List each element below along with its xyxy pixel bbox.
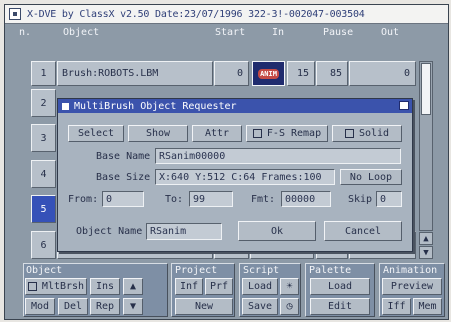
close-box-icon[interactable] bbox=[9, 8, 21, 20]
project-panel-title: Project bbox=[175, 265, 218, 276]
row-number-5[interactable]: 5 bbox=[31, 195, 56, 223]
anim-thumbnail-icon[interactable]: ANIM bbox=[252, 61, 285, 86]
skip-label: Skip bbox=[348, 194, 373, 205]
xdve-screen: X-DVE by ClassX v2.50 Date:23/07/1996 32… bbox=[4, 4, 449, 320]
script-panel-title: Script bbox=[243, 265, 280, 276]
multibrush-requester: MultiBrush Object Requester Select Show … bbox=[57, 98, 413, 252]
prefs-button[interactable]: Prf bbox=[205, 278, 233, 295]
fs-remap-label: F-S Remap bbox=[266, 128, 322, 139]
base-name-label: Base Name bbox=[96, 151, 151, 162]
fs-remap-toggle[interactable]: F-S Remap bbox=[246, 125, 328, 142]
object-name-label: Object Name bbox=[76, 226, 143, 237]
row-object-1[interactable]: Brush:ROBOTS.LBM bbox=[57, 61, 213, 86]
row-number-2[interactable]: 2 bbox=[31, 89, 56, 117]
requester-depth-icon[interactable] bbox=[399, 101, 409, 110]
modify-button[interactable]: Mod bbox=[25, 298, 55, 315]
ok-button[interactable]: Ok bbox=[238, 221, 316, 241]
iff-button[interactable]: Iff bbox=[382, 298, 411, 315]
base-size-label: Base Size bbox=[96, 172, 151, 183]
requester-close-icon[interactable] bbox=[62, 102, 69, 110]
script-load-button[interactable]: Load bbox=[242, 278, 278, 295]
column-header-in: In bbox=[272, 27, 285, 38]
anim-icon-label: ANIM bbox=[258, 68, 279, 79]
to-label: To: bbox=[165, 194, 184, 205]
base-name-field[interactable]: RSanim00000 bbox=[155, 148, 401, 164]
from-field[interactable]: 0 bbox=[102, 191, 144, 207]
sun-icon[interactable]: ☀ bbox=[280, 278, 299, 295]
fmt-label: Fmt: bbox=[251, 194, 276, 205]
column-header-n: n. bbox=[19, 27, 32, 38]
row-number-1[interactable]: 1 bbox=[31, 61, 56, 86]
requester-title: MultiBrush Object Requester bbox=[74, 100, 237, 112]
show-button[interactable]: Show bbox=[128, 125, 188, 142]
palette-edit-button[interactable]: Edit bbox=[310, 298, 370, 315]
solid-checkbox-icon[interactable] bbox=[344, 129, 354, 138]
attr-button[interactable]: Attr bbox=[192, 125, 242, 142]
column-header-pause: Pause bbox=[323, 27, 354, 38]
info-button[interactable]: Inf bbox=[175, 278, 203, 295]
solid-toggle[interactable]: Solid bbox=[332, 125, 402, 142]
column-header-object: Object bbox=[63, 27, 100, 38]
palette-load-button[interactable]: Load bbox=[310, 278, 370, 295]
object-panel-title: Object bbox=[26, 265, 63, 276]
to-field[interactable]: 99 bbox=[189, 191, 233, 207]
select-button[interactable]: Select bbox=[68, 125, 124, 142]
row-start-1[interactable]: 0 bbox=[214, 61, 249, 86]
up-arrow-icon[interactable]: ▲ bbox=[419, 232, 433, 245]
row-out-1[interactable]: 0 bbox=[349, 61, 416, 86]
loop-button[interactable]: No Loop bbox=[340, 169, 402, 185]
object-down-icon[interactable]: ▼ bbox=[123, 298, 143, 315]
clock-icon[interactable]: ◷ bbox=[280, 298, 299, 315]
row-pause-1[interactable]: 85 bbox=[316, 61, 348, 86]
script-save-button[interactable]: Save bbox=[242, 298, 278, 315]
from-label: From: bbox=[68, 194, 99, 205]
column-header-start: Start bbox=[215, 27, 246, 38]
down-arrow-icon[interactable]: ▼ bbox=[419, 246, 433, 259]
new-project-button[interactable]: New bbox=[175, 298, 233, 315]
multibrush-button[interactable]: MltBrsh bbox=[25, 278, 87, 295]
requester-titlebar[interactable]: MultiBrush Object Requester bbox=[58, 99, 412, 113]
solid-label: Solid bbox=[358, 128, 390, 139]
row-in-1[interactable]: 15 bbox=[287, 61, 315, 86]
palette-panel-title: Palette bbox=[309, 265, 352, 276]
delete-button[interactable]: Del bbox=[58, 298, 88, 315]
row-number-6[interactable]: 6 bbox=[31, 231, 56, 259]
preview-button[interactable]: Preview bbox=[382, 278, 442, 295]
object-up-icon[interactable]: ▲ bbox=[123, 278, 143, 295]
base-size-field: X:640 Y:512 C:64 Frames:100 bbox=[155, 169, 335, 185]
skip-field[interactable]: 0 bbox=[376, 191, 402, 207]
row-number-4[interactable]: 4 bbox=[31, 160, 56, 188]
window-titlebar[interactable]: X-DVE by ClassX v2.50 Date:23/07/1996 32… bbox=[5, 5, 448, 24]
insert-button[interactable]: Ins bbox=[90, 278, 120, 295]
memory-button[interactable]: Mem bbox=[413, 298, 442, 315]
animation-panel-title: Animation bbox=[383, 265, 438, 276]
multibrush-label: MltBrsh bbox=[41, 281, 85, 292]
fs-remap-checkbox-icon[interactable] bbox=[252, 129, 262, 138]
object-name-field[interactable]: RSanim bbox=[146, 223, 222, 240]
multibrush-checkbox-icon[interactable] bbox=[27, 282, 37, 291]
replace-button[interactable]: Rep bbox=[90, 298, 120, 315]
fmt-field[interactable]: 00000 bbox=[281, 191, 331, 207]
cancel-button[interactable]: Cancel bbox=[324, 221, 402, 241]
row-number-3[interactable]: 3 bbox=[31, 124, 56, 152]
window-title: X-DVE by ClassX v2.50 Date:23/07/1996 32… bbox=[27, 8, 365, 20]
scrollbar-thumb[interactable] bbox=[421, 63, 431, 115]
column-header-out: Out bbox=[381, 27, 400, 38]
